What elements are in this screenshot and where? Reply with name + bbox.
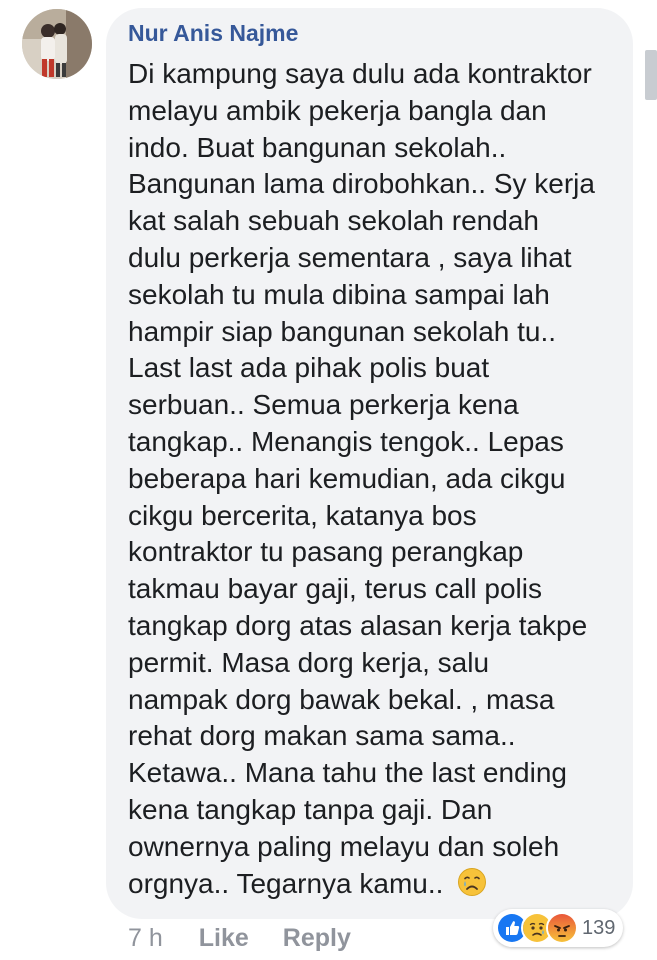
comment-line: takmau bayar gaji, terus call polis [128, 573, 542, 605]
comment-line-last: orgnya.. Tegarnya kamu.. [128, 866, 628, 903]
scrollbar-thumb[interactable] [645, 50, 657, 100]
comment-line: permit. Masa dorg kerja, salu [128, 646, 490, 678]
comment-line: beberapa hari kemudian, ada cikgu [128, 462, 566, 494]
avatar[interactable] [22, 9, 92, 79]
comment-line: cikgu bercerita, katanya bos [128, 499, 477, 531]
comment-line: Last last ada pihak polis buat [128, 352, 490, 384]
comment-line: Ketawa.. Mana tahu the last ending [128, 757, 567, 789]
comment-line: Bangunan lama dirobohkan.. Sy kerja [128, 168, 595, 200]
comment-line: serbuan.. Semua perkerja kena [128, 389, 519, 421]
comment-body: Di kampung saya dulu ada kontraktor mela… [128, 56, 628, 902]
reactions-summary[interactable]: 139 [493, 909, 624, 947]
comment-line: ownernya paling melayu dan soleh [128, 830, 560, 862]
comment-line: indo. Buat bangunan sekolah.. [128, 131, 507, 163]
timestamp[interactable]: 7 h [128, 924, 163, 953]
author-name[interactable]: Nur Anis Najme [128, 20, 298, 47]
comment-line: tangkap dorg atas alasan kerja takpe [128, 609, 588, 641]
like-button[interactable]: Like [199, 924, 249, 953]
comment-line: dulu perkerja sementara , saya lihat [128, 241, 572, 273]
comment-actions: 7 h Like Reply [128, 920, 351, 956]
comment-line: Di kampung saya dulu ada kontraktor [128, 58, 592, 89]
reaction-count: 139 [582, 916, 616, 939]
comment-line: rehat dorg makan sama sama.. [128, 720, 516, 752]
comment-screenshot: Nur Anis Najme Di kampung saya dulu ada … [0, 0, 657, 960]
comment-line: nampak dorg bawak bekal. , masa [128, 683, 555, 715]
comment-line: tangkap.. Menangis tengok.. Lepas [128, 425, 564, 457]
angry-reaction-icon [546, 912, 578, 944]
avatar-photo [22, 9, 92, 79]
comment-line: orgnya.. Tegarnya kamu.. [128, 867, 444, 899]
comment-line: hampir siap bangunan sekolah tu.. [128, 315, 557, 347]
comment-line: kat salah sebuah sekolah rendah [128, 205, 539, 237]
comment-line: kontraktor tu pasang perangkap [128, 536, 524, 568]
comment-line: sekolah tu mula dibina sampai lah [128, 278, 550, 310]
crying-face-icon [457, 867, 487, 897]
comment-line: kena tangkap tanpa gaji. Dan [128, 793, 493, 825]
comment-line: melayu ambik pekerja bangla dan [128, 94, 547, 126]
reply-button[interactable]: Reply [283, 924, 351, 953]
